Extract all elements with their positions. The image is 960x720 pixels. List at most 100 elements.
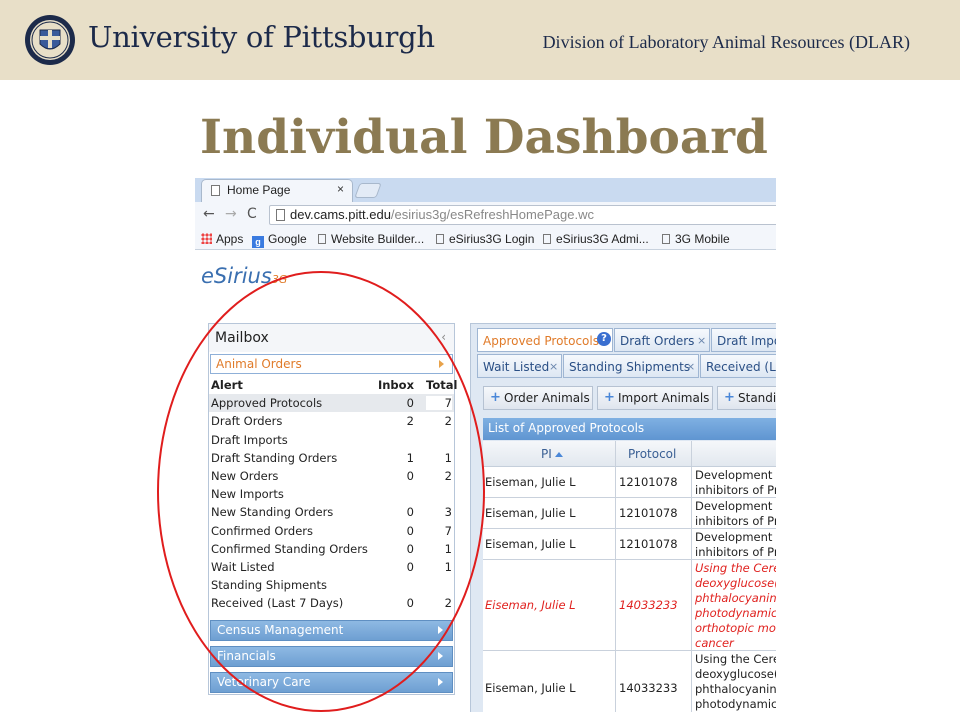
mailbox-row[interactable]: Draft Orders 2 2	[209, 412, 454, 430]
tab-standing-shipments[interactable]: Standing Shipments ×	[563, 354, 699, 378]
protocol-description: Development o inhibitors of Pr	[695, 499, 776, 528]
protocol-number: 12101078	[619, 536, 678, 551]
mailbox-row[interactable]: Standing Shipments	[209, 576, 454, 594]
back-arrow-icon[interactable]: ←	[203, 206, 215, 222]
mailbox-section-animal-orders[interactable]: Animal Orders	[210, 354, 453, 374]
tab-draft-orders[interactable]: Draft Orders ×	[614, 328, 710, 352]
protocol-number: 12101078	[619, 505, 678, 520]
protocol-number: 14033233	[619, 597, 678, 612]
protocol-row[interactable]: Eiseman, Julie L 12101078 Development o inh…	[483, 498, 776, 529]
slide-title: Individual Dashboard	[200, 110, 768, 165]
page-icon	[211, 185, 220, 196]
address-bar[interactable]: dev.cams.pitt.edu/esirius3g/esRefreshHom…	[269, 205, 776, 225]
bookmark-website-builder[interactable]: Website Builder...	[318, 232, 424, 246]
page-icon	[543, 234, 551, 244]
bookmark-apps[interactable]: Apps	[201, 232, 243, 246]
chevron-right-icon	[438, 652, 443, 660]
order-animals-button[interactable]: + Order Animals	[483, 386, 593, 410]
sort-ascending-icon	[554, 452, 563, 457]
mailbox-panel: Mailbox ‹ Animal Orders Alert Inbox Tota…	[208, 323, 458, 695]
mailbox-table-header: Alert Inbox Total	[211, 378, 458, 392]
tab-draft-imports[interactable]: Draft Impo	[711, 328, 776, 352]
collapse-icon[interactable]: ‹	[441, 330, 446, 344]
plus-icon: +	[724, 390, 735, 405]
apps-grid-icon	[201, 233, 212, 244]
protocol-row[interactable]: Eiseman, Julie L 14033233 Using the Cere de…	[483, 560, 776, 651]
protocol-description: Using the Cere deoxyglucose(phthalocyanin…	[695, 561, 776, 650]
bookmark-3g-mobile[interactable]: 3G Mobile	[662, 232, 730, 246]
chevron-right-icon	[438, 626, 443, 634]
page-icon	[436, 234, 444, 244]
mailbox-row[interactable]: Draft Standing Orders 1 1	[209, 449, 454, 467]
protocol-pi: Eiseman, Julie L	[485, 597, 576, 612]
google-icon: g	[252, 236, 264, 248]
url-host: dev.cams.pitt.edu	[290, 207, 391, 222]
browser-navbar: ← → C dev.cams.pitt.edu/esirius3g/esRefr…	[195, 202, 776, 228]
protocol-description: Development o inhibitors of Pr	[695, 468, 776, 497]
mailbox-row[interactable]: Received (Last 7 Days) 0 2	[209, 594, 454, 612]
tab-wait-listed[interactable]: Wait Listed ×	[477, 354, 562, 378]
university-seal-icon	[25, 15, 75, 65]
bookmarks-bar: Apps g Google Website Builder... eSirius3…	[195, 228, 776, 250]
plus-icon: +	[490, 390, 501, 405]
new-tab-button[interactable]	[354, 183, 382, 198]
protocol-pi: Eiseman, Julie L	[485, 505, 576, 520]
protocol-pi: Eiseman, Julie L	[485, 681, 576, 695]
plus-icon: +	[604, 390, 615, 405]
close-icon[interactable]: ×	[686, 360, 695, 373]
main-content-pane: Approved Protocols ? Draft Orders × Draf…	[470, 323, 776, 712]
import-animals-button[interactable]: + Import Animals	[597, 386, 713, 410]
accordion-veterinary-care[interactable]: Veterinary Care	[210, 672, 453, 693]
browser-tab-home[interactable]: Home Page ×	[201, 179, 353, 202]
mailbox-row[interactable]: New Imports	[209, 485, 454, 503]
bookmark-esirius-admin[interactable]: eSirius3G Admi...	[543, 232, 649, 246]
page-icon	[318, 234, 326, 244]
approved-protocols-list-header: List of Approved Protocols	[483, 418, 776, 440]
accordion-census-management[interactable]: Census Management	[210, 620, 453, 641]
protocol-number: 14033233	[619, 681, 678, 695]
browser-screenshot: Home Page × ← → C dev.cams.pitt.edu/esir…	[195, 178, 776, 712]
protocol-description: Using the Cere deoxyglucose(phthalocyanin…	[695, 652, 776, 711]
mailbox-row[interactable]: Confirmed Orders 0 7	[209, 522, 454, 540]
mailbox-row[interactable]: New Orders 0 2	[209, 467, 454, 485]
reload-icon[interactable]: C	[247, 206, 257, 222]
chevron-right-icon	[439, 360, 444, 368]
browser-tabstrip: Home Page ×	[195, 178, 776, 202]
bookmark-google[interactable]: g Google	[252, 232, 307, 248]
university-name: University of Pittsburgh	[88, 20, 435, 54]
protocol-row[interactable]: Eiseman, Julie L 12101078 Development o inh…	[483, 467, 776, 498]
esirius-logo: eSirius3G	[201, 264, 288, 288]
close-icon[interactable]: ×	[549, 360, 558, 373]
help-icon[interactable]: ?	[597, 332, 611, 346]
mailbox-row[interactable]: Wait Listed 0 1	[209, 558, 454, 576]
chevron-right-icon	[438, 678, 443, 686]
mailbox-row[interactable]: Confirmed Standing Orders 0 1	[209, 540, 454, 558]
header-band: University of Pittsburgh Division of Lab…	[0, 0, 960, 80]
page-icon	[662, 234, 670, 244]
protocol-description: Development o inhibitors of Pr	[695, 530, 776, 559]
close-icon[interactable]: ×	[697, 334, 706, 347]
protocol-row[interactable]: Eiseman, Julie L 12101078 Development o inh…	[483, 529, 776, 560]
standing-order-button[interactable]: + Standi	[717, 386, 776, 410]
column-header-protocol[interactable]: Protocol	[628, 447, 676, 461]
close-icon[interactable]: ×	[337, 182, 344, 196]
protocol-pi: Eiseman, Julie L	[485, 536, 576, 551]
forward-arrow-icon[interactable]: →	[225, 206, 237, 222]
mailbox-alert-table: Alert Inbox Total Approved Protocols 0 7 Dr…	[209, 376, 458, 612]
mailbox-header: Mailbox ‹	[209, 324, 454, 352]
protocol-pi: Eiseman, Julie L	[485, 474, 576, 489]
grid-header: PI Protocol	[483, 441, 776, 467]
department-name: Division of Laboratory Animal Resources …	[542, 32, 910, 52]
tab-received[interactable]: Received (La	[700, 354, 776, 378]
tab-approved-protocols[interactable]: Approved Protocols ?	[477, 328, 613, 352]
mailbox-title: Mailbox	[215, 330, 269, 346]
bookmark-esirius-login[interactable]: eSirius3G Login	[436, 232, 534, 246]
mailbox-row[interactable]: Approved Protocols 0 7	[209, 394, 454, 413]
protocol-number: 12101078	[619, 474, 678, 489]
mailbox-row[interactable]: Draft Imports	[209, 431, 454, 449]
url-path: /esirius3g/esRefreshHomePage.wc	[390, 207, 594, 222]
column-header-pi[interactable]: PI	[541, 447, 563, 461]
mailbox-row[interactable]: New Standing Orders 0 3	[209, 503, 454, 521]
protocol-row[interactable]: Eiseman, Julie L 14033233 Using the Cere de…	[483, 651, 776, 712]
accordion-financials[interactable]: Financials	[210, 646, 453, 667]
